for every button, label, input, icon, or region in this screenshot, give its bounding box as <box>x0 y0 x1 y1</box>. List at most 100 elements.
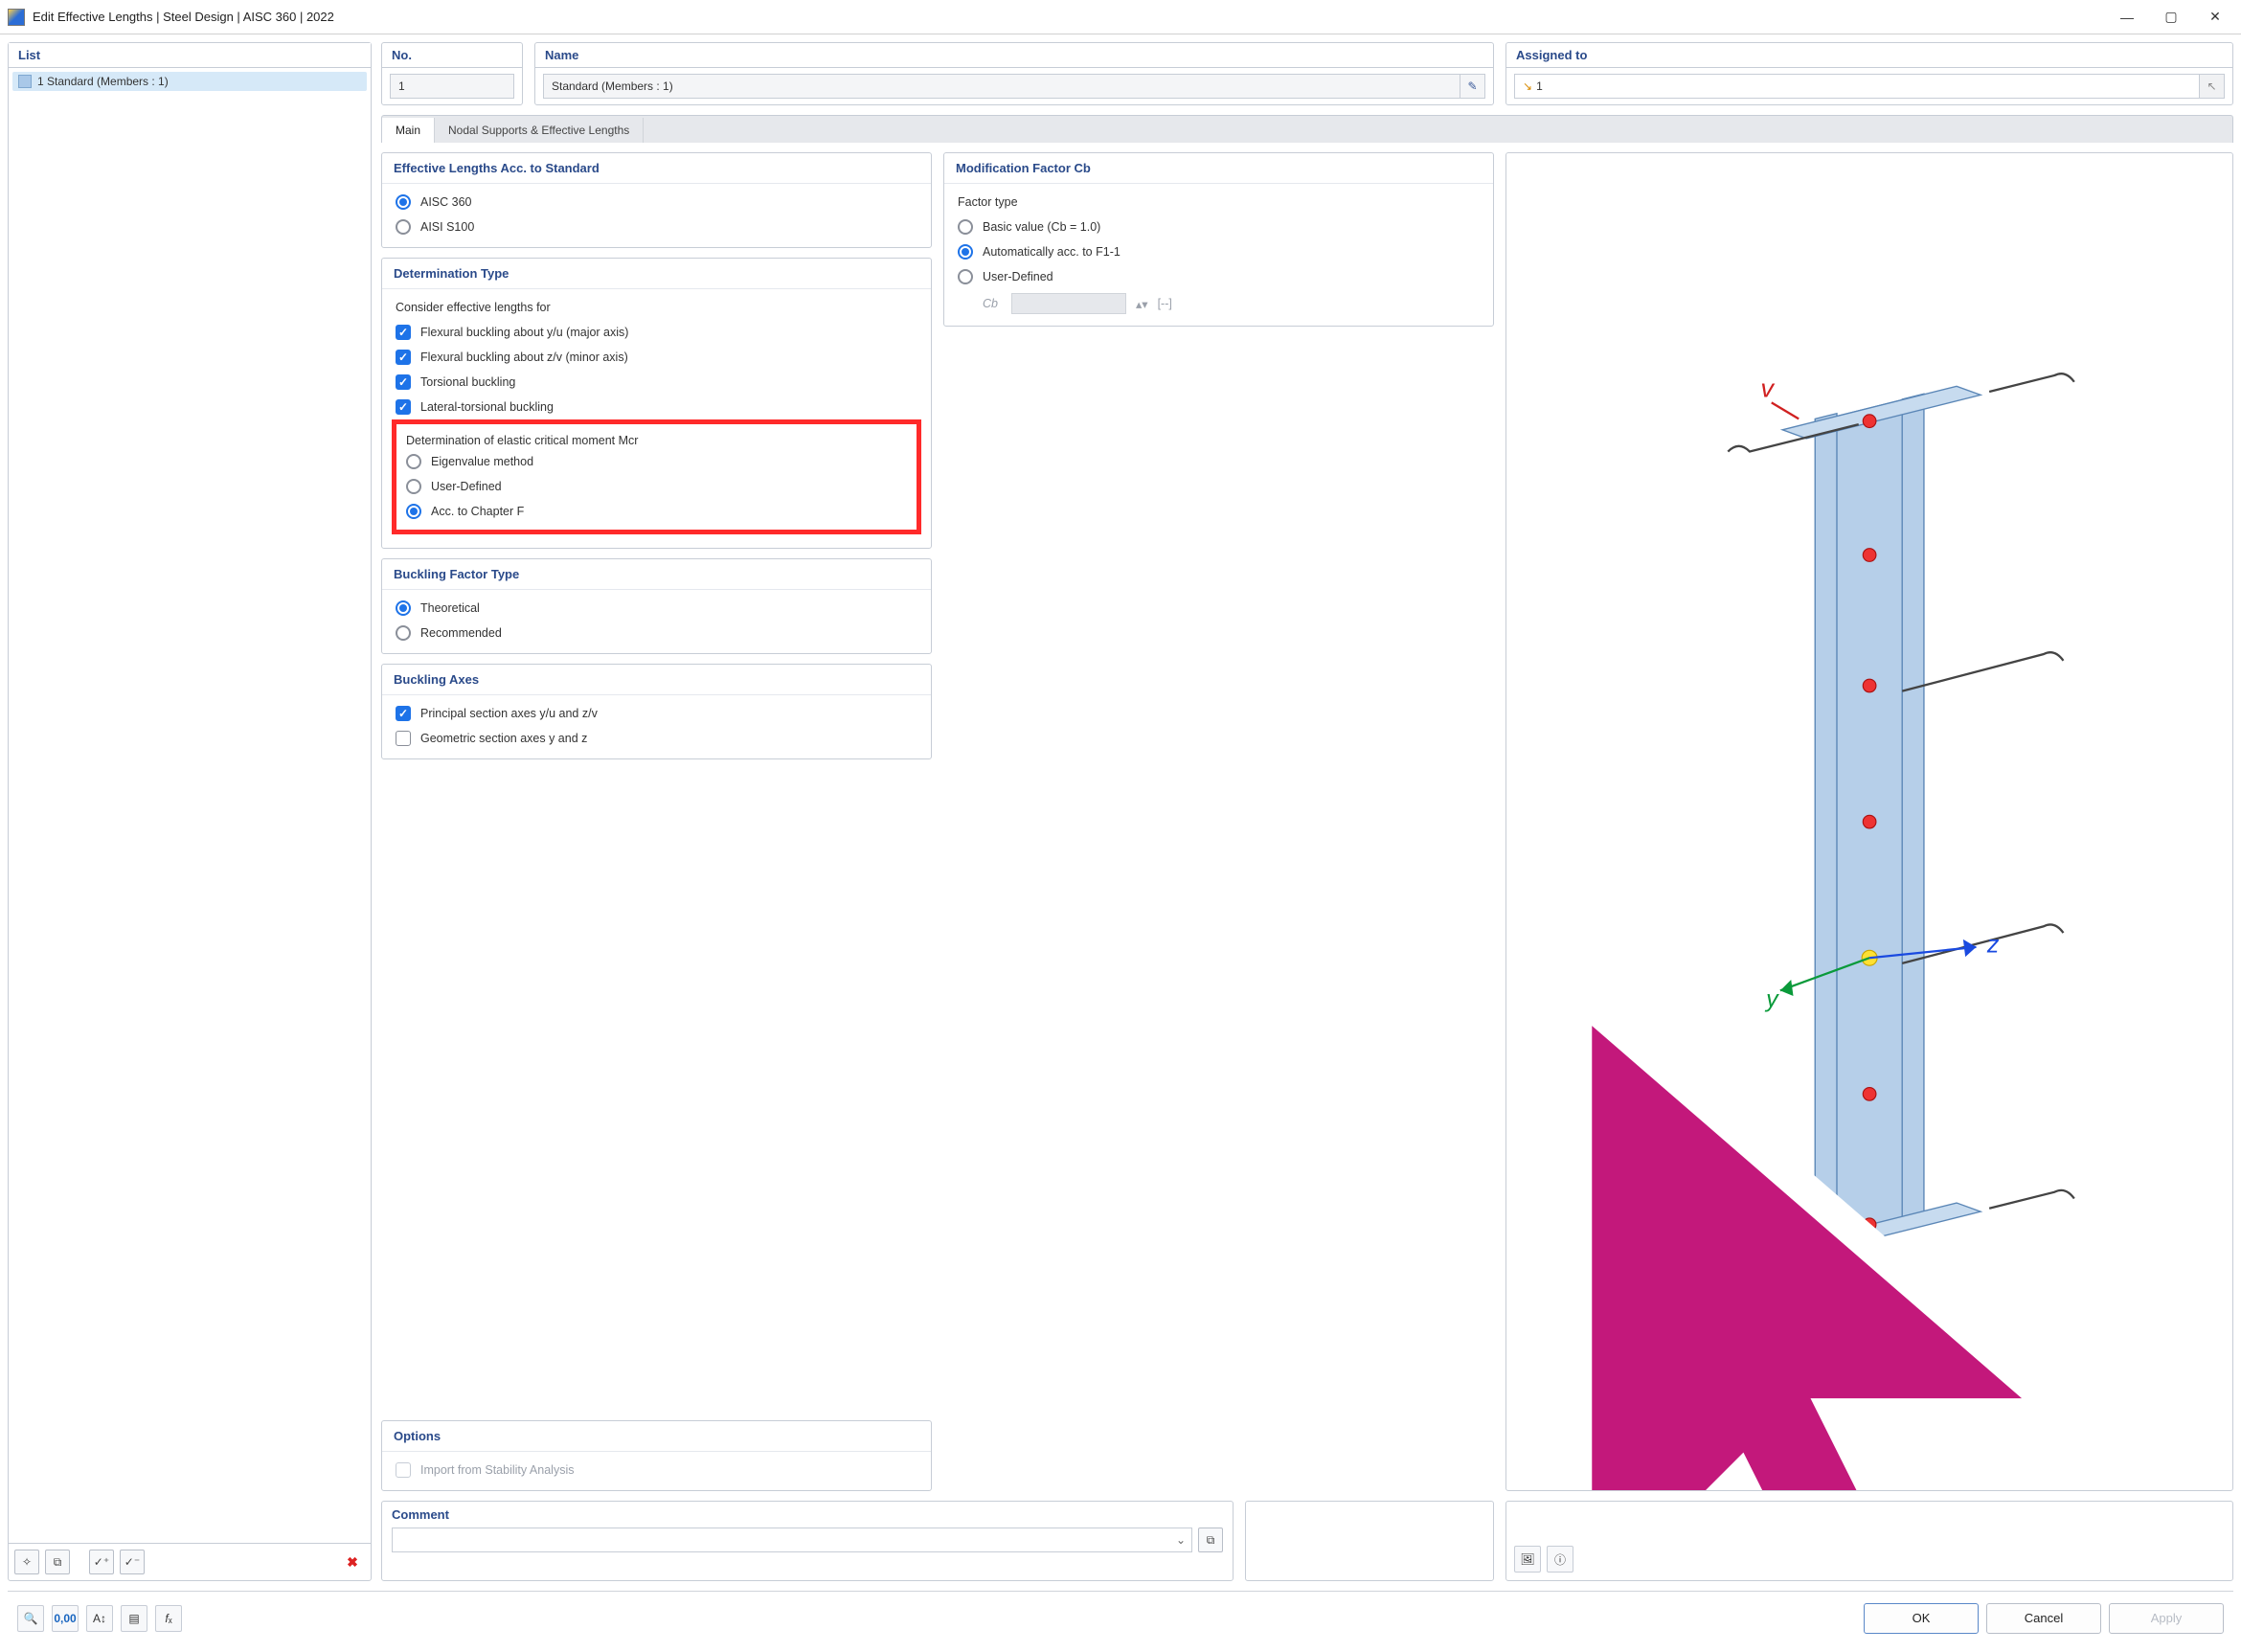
radio-label: Automatically acc. to F1-1 <box>983 245 1120 259</box>
check-flex-zv[interactable]: Flexural buckling about z/v (minor axis) <box>396 349 917 366</box>
check-principal-axes[interactable]: Principal section axes y/u and z/v <box>396 705 917 722</box>
tool-axis-button[interactable]: A↕ <box>86 1605 113 1632</box>
radio-cb-basic[interactable]: Basic value (Cb = 1.0) <box>958 218 1480 236</box>
tool-units-button[interactable]: 0,00 <box>52 1605 79 1632</box>
radio-icon <box>396 194 411 210</box>
radio-icon <box>406 504 421 519</box>
close-button[interactable]: ✕ <box>2193 3 2237 32</box>
tab-bar: Main Nodal Supports & Effective Lengths <box>381 115 2233 143</box>
no-label: No. <box>382 43 522 68</box>
assigned-box: Assigned to ↘ 1 ↖ <box>1505 42 2233 105</box>
radio-mcr-eigen[interactable]: Eigenvalue method <box>406 453 907 470</box>
name-field[interactable]: Standard (Members : 1) <box>543 74 1460 99</box>
copy-item-button[interactable]: ⧉ <box>45 1550 70 1574</box>
radio-cb-user[interactable]: User-Defined <box>958 268 1480 285</box>
radio-mcr-chapter-f[interactable]: Acc. to Chapter F <box>406 503 907 520</box>
cb-value-row: Cb ▴▾ [--] <box>958 293 1480 314</box>
comment-copy-button[interactable]: ⧉ <box>1198 1528 1223 1552</box>
preview-tools-box: 🖼 ⓘ <box>1505 1501 2233 1581</box>
radio-recommended[interactable]: Recommended <box>396 624 917 642</box>
group-determination-type: Determination Type Consider effective le… <box>381 258 932 549</box>
factor-type-label: Factor type <box>958 195 1480 209</box>
svg-text:y: y <box>1764 985 1779 1012</box>
cb-unit: [--] <box>1158 297 1172 310</box>
check-on-button[interactable]: ✓⁺ <box>89 1550 114 1574</box>
cb-spin-input <box>1011 293 1126 314</box>
svg-text:z: z <box>1986 931 2000 958</box>
group-effective-lengths-standard: Effective Lengths Acc. to Standard AISC … <box>381 152 932 248</box>
maximize-button[interactable]: ▢ <box>2149 3 2193 32</box>
check-off-button[interactable]: ✓⁻ <box>120 1550 145 1574</box>
tab-nodal-supports[interactable]: Nodal Supports & Effective Lengths <box>435 118 644 143</box>
assigned-label: Assigned to <box>1506 43 2232 68</box>
no-box: No. 1 <box>381 42 523 105</box>
radio-icon <box>396 625 411 641</box>
assigned-field[interactable]: ↘ 1 <box>1514 74 2200 99</box>
list-panel: List 1 Standard (Members : 1) ✧ ⧉ ✓⁺ ✓⁻ … <box>8 42 372 1581</box>
list-item[interactable]: 1 Standard (Members : 1) <box>12 72 367 91</box>
comment-box: Comment ⌄ ⧉ <box>381 1501 1234 1581</box>
check-ltb[interactable]: Lateral-torsional buckling <box>396 398 917 416</box>
no-field[interactable]: 1 <box>390 74 514 99</box>
radio-label: Recommended <box>420 626 502 640</box>
check-icon <box>396 706 411 721</box>
check-icon <box>396 731 411 746</box>
radio-icon <box>396 600 411 616</box>
tool-fx-button[interactable]: fₓ <box>155 1605 182 1632</box>
ok-button[interactable]: OK <box>1864 1603 1979 1634</box>
check-torsional[interactable]: Torsional buckling <box>396 373 917 391</box>
delete-item-button[interactable]: ✖ <box>340 1550 365 1574</box>
list-item-label: 1 Standard (Members : 1) <box>37 75 169 88</box>
check-icon <box>396 1462 411 1478</box>
group-title-dettype: Determination Type <box>382 259 931 289</box>
app-icon <box>8 9 25 26</box>
check-geometric-axes[interactable]: Geometric section axes y and z <box>396 730 917 747</box>
highlight-mcr-section: Determination of elastic critical moment… <box>392 419 921 534</box>
group-buckling-axes: Buckling Axes Principal section axes y/u… <box>381 664 932 759</box>
name-label: Name <box>535 43 1493 68</box>
check-icon <box>396 374 411 390</box>
radio-theoretical[interactable]: Theoretical <box>396 600 917 617</box>
radio-label: User-Defined <box>983 270 1053 283</box>
radio-label: User-Defined <box>431 480 502 493</box>
name-box: Name Standard (Members : 1) ✎ <box>534 42 1494 105</box>
window-title: Edit Effective Lengths | Steel Design | … <box>33 10 334 24</box>
name-edit-button[interactable]: ✎ <box>1460 74 1485 99</box>
cancel-button[interactable]: Cancel <box>1986 1603 2101 1634</box>
preview-snapshot-button[interactable]: 🖼 <box>1514 1546 1541 1573</box>
new-item-button[interactable]: ✧ <box>14 1550 39 1574</box>
comment-combo[interactable]: ⌄ <box>392 1528 1192 1552</box>
tab-main[interactable]: Main <box>382 118 435 143</box>
cb-symbol: Cb <box>983 297 1002 310</box>
tool-render-button[interactable]: ▤ <box>121 1605 147 1632</box>
radio-label: AISC 360 <box>420 195 472 209</box>
group-title-effstd: Effective Lengths Acc. to Standard <box>382 153 931 184</box>
check-label: Import from Stability Analysis <box>420 1463 574 1477</box>
group-modification-cb: Modification Factor Cb Factor type Basic… <box>943 152 1494 327</box>
group-title-bucklingaxes: Buckling Axes <box>382 665 931 695</box>
member-preview-svg: y z v <box>1543 187 2196 1457</box>
check-import-stability: Import from Stability Analysis <box>396 1461 917 1479</box>
titlebar: Edit Effective Lengths | Steel Design | … <box>0 0 2241 34</box>
minimize-button[interactable]: — <box>2105 3 2149 32</box>
preview-3d-pane[interactable]: y z v <box>1505 152 2233 1491</box>
list-item-swatch <box>18 75 32 88</box>
mcr-label: Determination of elastic critical moment… <box>406 434 907 447</box>
group-title-options: Options <box>382 1421 931 1452</box>
assigned-value: 1 <box>1536 79 1543 93</box>
svg-text:v: v <box>1760 373 1775 403</box>
radio-mcr-user[interactable]: User-Defined <box>406 478 907 495</box>
check-icon <box>396 350 411 365</box>
preview-info-button[interactable]: ⓘ <box>1547 1546 1573 1573</box>
assigned-pick-button[interactable]: ↖ <box>2200 74 2225 99</box>
radio-icon <box>958 219 973 235</box>
check-flex-yu[interactable]: Flexural buckling about y/u (major axis) <box>396 324 917 341</box>
tool-search-button[interactable]: 🔍 <box>17 1605 44 1632</box>
aux-empty-box <box>1245 1501 1494 1581</box>
radio-aisc360[interactable]: AISC 360 <box>396 193 917 211</box>
radio-aisi-s100[interactable]: AISI S100 <box>396 218 917 236</box>
form-col-mid: Modification Factor Cb Factor type Basic… <box>943 152 1494 1491</box>
radio-icon <box>958 244 973 260</box>
radio-cb-auto[interactable]: Automatically acc. to F1-1 <box>958 243 1480 260</box>
check-label: Geometric section axes y and z <box>420 732 587 745</box>
